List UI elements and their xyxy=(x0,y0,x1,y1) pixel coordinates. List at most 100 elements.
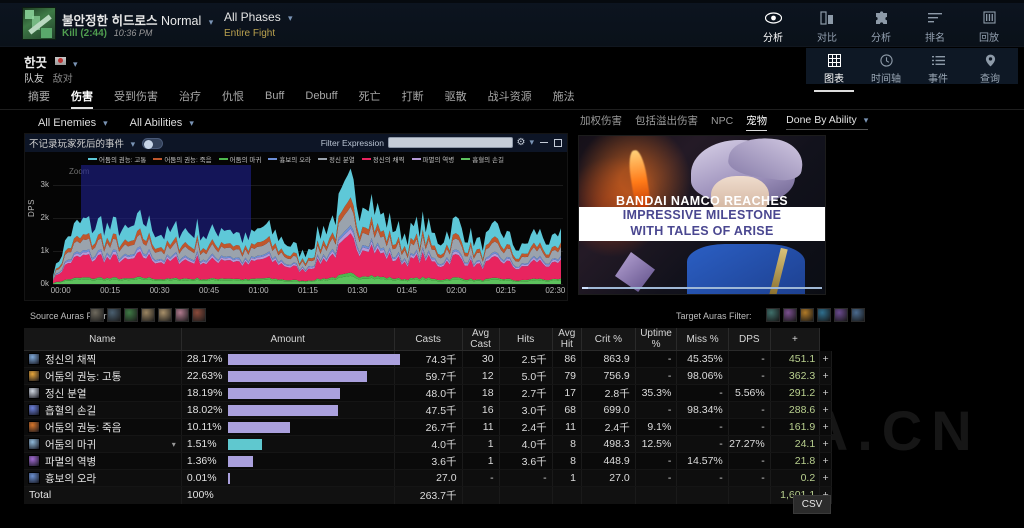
tab-damage-done[interactable]: 伤害 xyxy=(71,88,93,109)
subnav-item-events[interactable]: 事件 xyxy=(912,50,964,90)
table-column-header[interactable]: + xyxy=(770,328,821,351)
table-column-header[interactable]: Hits xyxy=(499,328,553,351)
abilities-filter-dropdown[interactable]: All Abilities ▾ xyxy=(130,117,194,129)
aura-icon-5[interactable] xyxy=(158,308,172,322)
tab-threat[interactable]: 仇恨 xyxy=(222,88,244,108)
topnav-item-analyze[interactable]: 分析 xyxy=(746,5,800,52)
topnav-item-statistics[interactable]: 分析 xyxy=(854,5,908,50)
table-column-header[interactable]: Name xyxy=(24,328,182,351)
row-expand-button[interactable]: + xyxy=(819,469,832,487)
table-row[interactable]: 흉보의 오라 0.01% 27.0- -1 27.0- - -0.2 + xyxy=(24,469,832,487)
row-ability-name-cell[interactable]: 어둠의 권능: 죽음 xyxy=(24,418,182,436)
tab-debuffs[interactable]: Debuff xyxy=(305,90,337,106)
phases-dropdown[interactable]: All Phases ▾ xyxy=(224,10,293,24)
aura-icon-6[interactable] xyxy=(175,308,189,322)
aura-icon-3[interactable] xyxy=(124,308,138,322)
topnav-item-replay[interactable]: 回放 xyxy=(962,5,1016,50)
row-casts: 1 xyxy=(462,435,500,453)
done-by-ability-dropdown[interactable]: Done By Ability ▾ xyxy=(786,114,869,130)
target-aura-6[interactable] xyxy=(851,308,865,322)
death-filter-dropdown[interactable]: 不记录玩家死后的事件 ▾ xyxy=(29,136,135,150)
aura-icon-1[interactable] xyxy=(90,308,104,322)
legend-item[interactable]: 어둠의 마귀 xyxy=(218,154,261,164)
tab-resources[interactable]: 战斗资源 xyxy=(488,88,532,108)
target-aura-4[interactable] xyxy=(817,308,831,322)
chevron-down-icon[interactable]: ▾ xyxy=(172,440,176,449)
subnav-item-charts[interactable]: 图表 xyxy=(808,50,860,92)
minimize-icon[interactable] xyxy=(540,141,548,143)
legend-item[interactable]: 어둠의 권능: 고통 xyxy=(88,154,146,164)
topnav-item-compare[interactable]: 对比 xyxy=(800,5,854,50)
table-column-header[interactable]: Miss % xyxy=(676,328,729,351)
target-aura-1[interactable] xyxy=(766,308,780,322)
table-row[interactable]: 정신 분열 18.19% 48.0千 18 2.7千 17 2.8千 35.3% -5.56% 2… xyxy=(24,384,832,402)
target-aura-2[interactable] xyxy=(783,308,797,322)
aura-icon-2[interactable] xyxy=(107,308,121,322)
table-column-header[interactable]: DPS xyxy=(728,328,771,351)
subnav-item-query[interactable]: 查询 xyxy=(964,50,1016,90)
tab-casts[interactable]: 施法 xyxy=(553,88,575,108)
row-expand-button[interactable]: + xyxy=(819,452,832,470)
chart-canvas[interactable]: 0k 1k 2k 3k xyxy=(41,165,563,288)
table-row[interactable]: 어둠의 권능: 죽음 10.11% 26.7千 11 2.4千 11 2.4千 9.1% - -1… xyxy=(24,418,832,436)
gear-icon[interactable]: ⚙ ▾ xyxy=(517,137,535,148)
rtab-pets[interactable]: 宠物 xyxy=(746,113,768,131)
rtab-weighted-damage[interactable]: 加权伤害 xyxy=(580,113,622,131)
subnav-item-timeline[interactable]: 时间轴 xyxy=(860,50,912,90)
tab-damage-taken[interactable]: 受到伤害 xyxy=(114,88,158,108)
table-row[interactable]: 정신의 채찍 28.17% 74.3千 30 2.5千 86 863.9-45.35% -45… xyxy=(24,350,832,368)
legend-item[interactable]: 어둠의 권능: 죽음 xyxy=(153,154,212,164)
target-aura-3[interactable] xyxy=(800,308,814,322)
table-column-header[interactable]: Avg Cast xyxy=(462,328,500,351)
row-expand-button[interactable]: + xyxy=(819,350,832,368)
table-row[interactable]: 어둠의 권능: 고통 22.63% 59.7千 12 5.0千 79 756.9-98.06… xyxy=(24,367,832,385)
player-name-dropdown[interactable]: 한끗 ▾ xyxy=(24,52,78,71)
table-column-header[interactable]: Casts xyxy=(394,328,463,351)
row-ability-name-cell[interactable]: 어둠의 권능: 고통 xyxy=(24,367,182,385)
tab-interrupts[interactable]: 打断 xyxy=(402,88,424,108)
boss-title[interactable]: 불안정한 히드로스 Normal ▾ xyxy=(62,10,213,29)
maximize-icon[interactable] xyxy=(554,138,562,147)
tab-summary[interactable]: 摘要 xyxy=(28,88,50,108)
rtab-npc[interactable]: NPC xyxy=(711,115,733,130)
table-column-header[interactable]: Crit % xyxy=(581,328,636,351)
ad-progress-bar[interactable] xyxy=(582,287,822,289)
row-expand-button[interactable]: + xyxy=(819,384,832,402)
tab-dispels[interactable]: 驱散 xyxy=(445,88,467,108)
row-ability-name-cell[interactable]: 흉보의 오라 xyxy=(24,469,182,487)
row-expand-button[interactable]: + xyxy=(819,367,832,385)
filter-expression-input[interactable] xyxy=(388,137,513,148)
legend-item[interactable]: 정신 분열 xyxy=(318,154,355,164)
row-expand-button[interactable]: + xyxy=(819,435,832,453)
aura-icon-7[interactable] xyxy=(192,308,206,322)
table-column-header[interactable]: Amount xyxy=(181,328,395,351)
csv-export-button[interactable]: CSV xyxy=(793,495,831,514)
legend-item[interactable]: 흉보의 오라 xyxy=(268,154,311,164)
legend-item[interactable]: 정신의 채찍 xyxy=(361,154,405,164)
advertisement-banner[interactable]: BANDAI NAMCO REACHES IMPRESSIVE MILESTON… xyxy=(578,135,826,295)
row-ability-name-cell[interactable]: 정신의 채찍 xyxy=(24,350,182,368)
table-row[interactable]: 파멸의 역병 1.36% 3.6千 1 3.6千 8 448.9-14.57% -21.8 + xyxy=(24,452,832,470)
row-ability-name-cell[interactable]: 정신 분열 xyxy=(24,384,182,402)
legend-item[interactable]: 파멸의 역병 xyxy=(411,154,454,164)
tab-healing[interactable]: 治疗 xyxy=(179,88,201,108)
table-column-header[interactable]: Avg Hit xyxy=(552,328,583,351)
legend-item[interactable]: 흡혈의 손길 xyxy=(461,154,504,164)
aura-icon-4[interactable] xyxy=(141,308,155,322)
table-row[interactable]: 어둠의 마귀 ▾ 1.51% 4.0千 1 4.0千 8 498.3 12.5% -27.27% 2… xyxy=(24,435,832,453)
topnav-item-rankings[interactable]: 排名 xyxy=(908,5,962,50)
row-expand-button[interactable]: + xyxy=(819,401,832,419)
death-filter-toggle[interactable] xyxy=(142,137,164,149)
rtab-include-overkill[interactable]: 包括溢出伤害 xyxy=(635,113,698,131)
enemies-filter-dropdown[interactable]: All Enemies ▾ xyxy=(38,117,108,129)
table-row[interactable]: 흡혈의 손길 18.02% 47.5千 16 3.0千 68 699.0-98.34% -28… xyxy=(24,401,832,419)
player-side-toggle[interactable]: 队友 敌对 xyxy=(24,70,73,85)
tab-deaths[interactable]: 死亡 xyxy=(359,88,381,108)
row-ability-name-cell[interactable]: 파멸의 역병 xyxy=(24,452,182,470)
table-column-header[interactable]: Uptime % xyxy=(635,328,678,351)
row-ability-name-cell[interactable]: 흡혈의 손길 xyxy=(24,401,182,419)
row-ability-name-cell[interactable]: 어둠의 마귀 ▾ xyxy=(24,435,182,453)
row-expand-button[interactable]: + xyxy=(819,418,832,436)
tab-buffs[interactable]: Buff xyxy=(265,90,284,106)
target-aura-5[interactable] xyxy=(834,308,848,322)
